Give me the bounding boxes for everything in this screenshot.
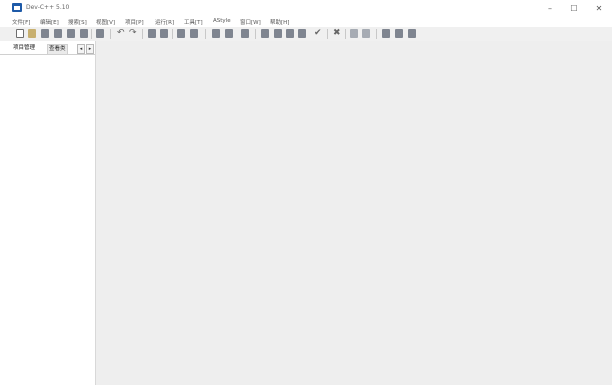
menu-search[interactable]: 搜索[S] [68, 18, 87, 26]
toolbar-separator [345, 29, 346, 39]
toolbar-separator [142, 29, 143, 39]
bookmark-icon[interactable] [241, 29, 249, 38]
menu-bar: 文件[F] 编辑[E] 搜索[S] 视图[V] 项目[P] 运行[R] 工具[T… [0, 17, 612, 27]
new-file-icon[interactable] [16, 29, 24, 38]
menu-file[interactable]: 文件[F] [12, 18, 30, 26]
redo-icon[interactable]: ↷ [129, 29, 137, 38]
print-icon[interactable] [96, 29, 104, 38]
maximize-button[interactable]: ☐ [564, 2, 584, 15]
menu-astyle[interactable]: AStyle [213, 18, 231, 24]
debug-icon[interactable] [350, 29, 358, 38]
tab-scroll-left-button[interactable]: ◂ [77, 44, 85, 54]
add-to-project-icon[interactable] [395, 29, 403, 38]
compile-icon[interactable] [261, 29, 269, 38]
stop-execution-icon[interactable]: ✖ [333, 29, 341, 38]
open-file-icon[interactable] [28, 29, 36, 38]
toolbar-separator [172, 29, 173, 39]
menu-edit[interactable]: 编辑[E] [40, 18, 59, 26]
menu-window[interactable]: 窗口[W] [240, 18, 261, 26]
menu-project[interactable]: 项目[P] [125, 18, 144, 26]
unindent-icon[interactable] [225, 29, 233, 38]
menu-help[interactable]: 帮助[H] [270, 18, 289, 26]
goto-line-icon[interactable] [190, 29, 198, 38]
find-icon[interactable] [148, 29, 156, 38]
close-file-icon[interactable] [67, 29, 75, 38]
close-button[interactable]: ✕ [589, 2, 609, 15]
compile-run-icon[interactable] [286, 29, 294, 38]
toolbar-separator [376, 29, 377, 39]
toolbar-separator [255, 29, 256, 39]
check-icon[interactable]: ✔ [314, 29, 322, 38]
menu-tools[interactable]: 工具[T] [184, 18, 203, 26]
tab-project-management[interactable]: 项目管理 [13, 43, 35, 53]
toolbar-separator [205, 29, 206, 39]
title-bar[interactable]: Dev-C++ 5.10 – ☐ ✕ [0, 0, 612, 17]
toolbar-separator [91, 29, 92, 39]
tab-divider [0, 54, 95, 55]
menu-view[interactable]: 视图[V] [96, 18, 115, 26]
tab-scroll-right-button[interactable]: ▸ [86, 44, 94, 54]
indent-icon[interactable] [212, 29, 220, 38]
toolbar: ↶ ↷ ✔ ✖ [0, 27, 612, 41]
new-project-icon[interactable] [382, 29, 390, 38]
toolbar-separator [327, 29, 328, 39]
save-icon[interactable] [41, 29, 49, 38]
project-panel [0, 41, 95, 385]
menu-run[interactable]: 运行[R] [155, 18, 174, 26]
rebuild-icon[interactable] [298, 29, 306, 38]
profile-icon[interactable] [362, 29, 370, 38]
undo-icon[interactable]: ↶ [117, 29, 125, 38]
editor-area[interactable] [95, 41, 612, 385]
minimize-button[interactable]: – [540, 2, 560, 15]
run-icon[interactable] [274, 29, 282, 38]
find-next-icon[interactable] [177, 29, 185, 38]
replace-icon[interactable] [160, 29, 168, 38]
window-title: Dev-C++ 5.10 [26, 4, 70, 11]
project-options-icon[interactable] [408, 29, 416, 38]
close-all-icon[interactable] [80, 29, 88, 38]
toolbar-separator [110, 29, 111, 39]
devcpp-app-icon [12, 3, 22, 12]
save-all-icon[interactable] [54, 29, 62, 38]
